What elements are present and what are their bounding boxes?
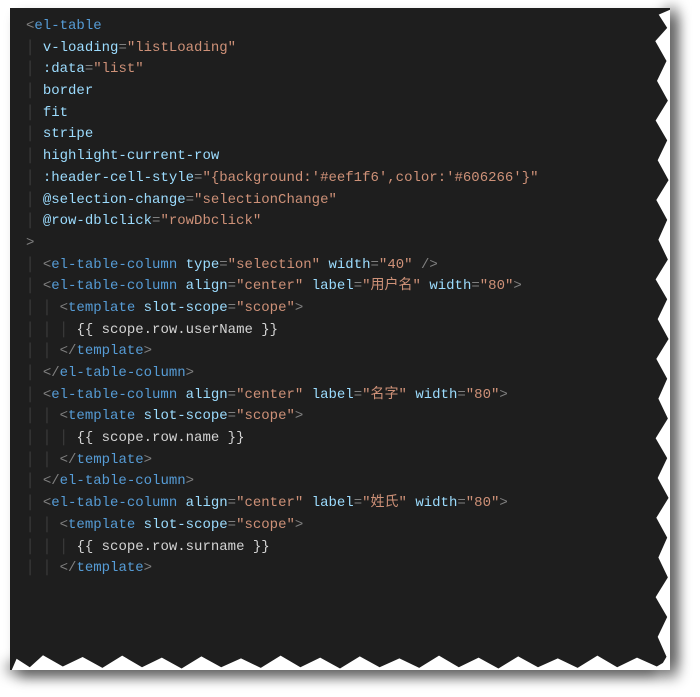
code-block: <el-table │ v-loading="listLoading" │ :d… xyxy=(10,8,670,588)
code-surface: <el-table │ v-loading="listLoading" │ :d… xyxy=(10,8,670,670)
torn-edge-bottom xyxy=(10,640,670,670)
code-snippet-container: <el-table │ v-loading="listLoading" │ :d… xyxy=(0,0,700,697)
